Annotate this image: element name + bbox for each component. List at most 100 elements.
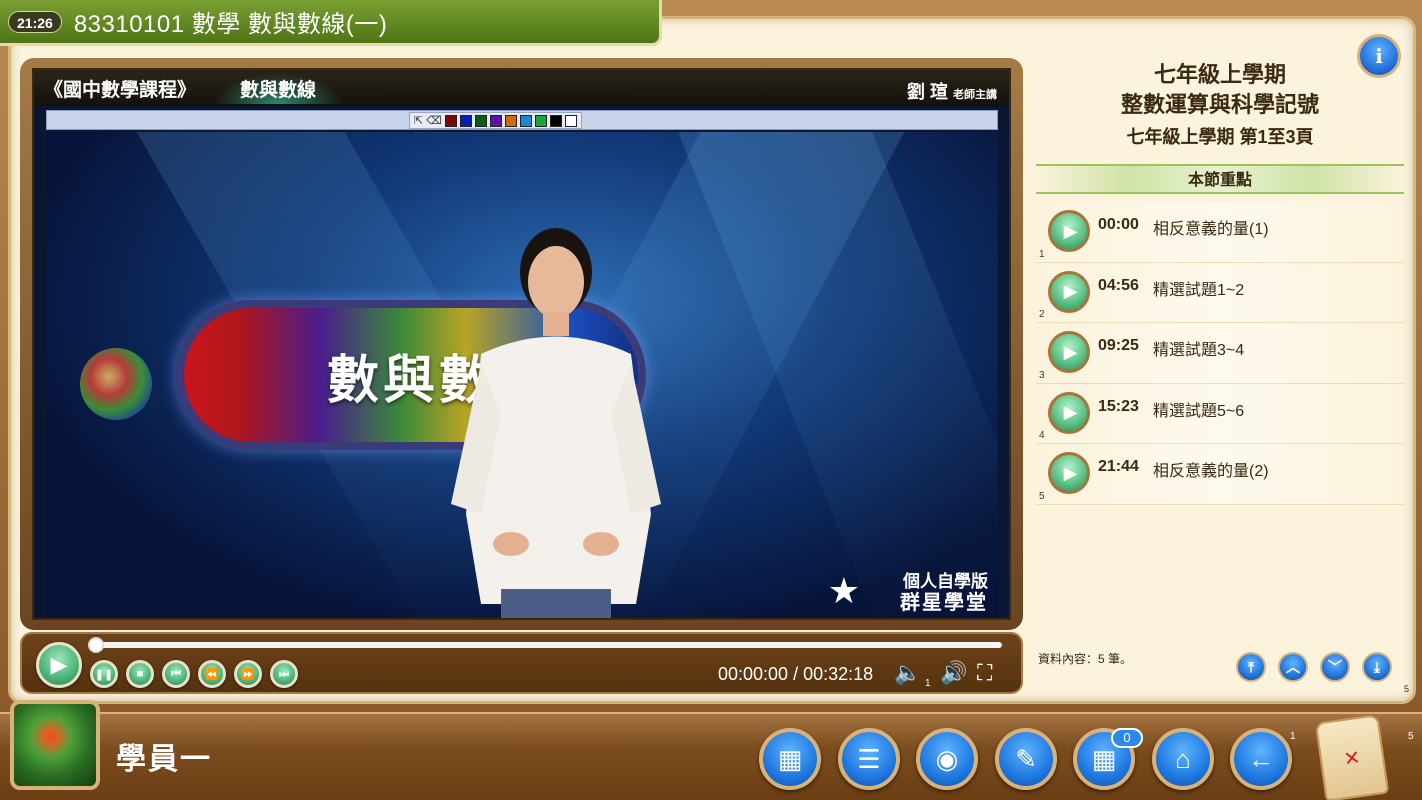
camera-icon: ◉ bbox=[935, 743, 959, 774]
chapter-play-button[interactable]: ▶ bbox=[1048, 331, 1090, 373]
chapter-index: 1 bbox=[1039, 248, 1045, 260]
section-header: 本節重點 bbox=[1036, 164, 1404, 194]
camera-button[interactable]: ◉ bbox=[916, 728, 978, 790]
chapter-title: 相反意義的量(2) bbox=[1153, 463, 1269, 480]
last-page-button[interactable]: ⤓ bbox=[1362, 652, 1392, 682]
first-page-button[interactable]: ⤒ bbox=[1236, 652, 1266, 682]
back-arrow-icon: ← bbox=[1248, 743, 1274, 774]
pen-color-swatch[interactable] bbox=[489, 114, 502, 127]
avatar[interactable] bbox=[10, 700, 100, 790]
panel-title-unit: 整數運算與科學記號 bbox=[1120, 92, 1319, 117]
fullscreen-icon[interactable]: ⛶ bbox=[977, 661, 992, 685]
next-page-button[interactable]: ﹀ bbox=[1320, 652, 1350, 682]
chapter-item[interactable]: ▶ 00:00 相反意義的量(1) 1 bbox=[1036, 202, 1404, 263]
chapter-item[interactable]: ▶ 04:56 精選試題1~2 2 bbox=[1036, 262, 1404, 323]
presenter-figure bbox=[451, 228, 661, 618]
tiny-number-left: 1 bbox=[1290, 731, 1296, 742]
progress-bar[interactable] bbox=[88, 637, 1002, 653]
progress-thumb[interactable] bbox=[88, 637, 104, 653]
rewind-button[interactable]: ⏪ bbox=[198, 660, 226, 688]
rewind-icon: ⏪ bbox=[205, 668, 219, 681]
prev-page-button[interactable]: ︿ bbox=[1278, 652, 1308, 682]
brand-badge: 個人自學版 群星學堂 bbox=[900, 573, 988, 614]
chevron-up-icon: ︿ bbox=[1286, 659, 1300, 675]
bottom-bar: 學員一 ▦ ☰ ◉ ✎ ▦ 0 ⌂ ← 1 ✕ 5 bbox=[0, 700, 1422, 800]
chapter-time: 15:23 bbox=[1098, 397, 1139, 415]
skip-start-icon: ⏮ bbox=[171, 667, 181, 680]
pen-color-swatch[interactable] bbox=[504, 114, 517, 127]
home-button[interactable]: ⌂ bbox=[1152, 728, 1214, 790]
pen-toolbar: ⇱ ⌫ bbox=[46, 110, 998, 130]
arrow-down-to-bottom-icon: ⤓ bbox=[1373, 658, 1381, 675]
chapter-item[interactable]: ▶ 15:23 精選試題5~6 4 bbox=[1036, 383, 1404, 444]
skip-end-icon: ⏭ bbox=[279, 667, 289, 680]
chapter-play-button[interactable]: ▶ bbox=[1048, 452, 1090, 494]
pen-color-swatch[interactable] bbox=[564, 114, 577, 127]
chapter-item[interactable]: ▶ 09:25 精選試題3~4 3 bbox=[1036, 323, 1404, 384]
time-display: 00:00:00 / 00:32:18 bbox=[718, 664, 874, 684]
volume-up-icon[interactable]: 🔊 bbox=[940, 661, 967, 685]
pen-color-swatch[interactable] bbox=[519, 114, 532, 127]
pause-button[interactable]: ❚❚ bbox=[90, 660, 118, 688]
home-icon: ⌂ bbox=[1175, 743, 1191, 774]
teacher-name: 劉 瑄 bbox=[906, 82, 948, 102]
chapter-index: 2 bbox=[1039, 309, 1045, 320]
playlist-grid-icon: ▦ bbox=[777, 743, 803, 774]
skip-end-button[interactable]: ⏭ bbox=[270, 660, 298, 688]
title-bar: 21:26 83310101 數學 數與數線(一) bbox=[0, 0, 662, 46]
playlist-button[interactable]: ☰ bbox=[838, 728, 900, 790]
chapter-time: 04:56 bbox=[1098, 276, 1139, 294]
chapter-title: 精選試題5~6 bbox=[1153, 402, 1245, 420]
chapter-list: ▶ 00:00 相反意義的量(1) 1 ▶ 04:56 精選試題1~2 2 ▶ 09:25 精選試題… bbox=[1036, 202, 1404, 505]
play-icon: ▶ bbox=[50, 652, 68, 677]
pause-icon: ❚❚ bbox=[94, 668, 114, 681]
playlist-grid-button[interactable]: ▦ bbox=[759, 728, 821, 790]
pen-palette: ⇱ ⌫ bbox=[409, 112, 582, 129]
page-indicator: 5 bbox=[1404, 684, 1410, 694]
keypad-icon: ▦ bbox=[1091, 743, 1117, 774]
stop-button[interactable]: ■ bbox=[126, 660, 154, 688]
course-name: 《國中數學課程》 bbox=[44, 79, 197, 101]
page-title: 83310101 數學 數與數線(一) bbox=[73, 11, 388, 38]
teacher-credit: 劉 瑄 老師主講 bbox=[907, 78, 997, 104]
chapter-index: 4 bbox=[1039, 430, 1045, 441]
chapter-title: 精選試題3~4 bbox=[1153, 342, 1245, 359]
pencil-button[interactable]: ✎ bbox=[995, 728, 1057, 790]
chapter-play-button[interactable]: ▶ bbox=[1048, 210, 1090, 252]
fast-forward-button[interactable]: ⏩ bbox=[234, 660, 262, 688]
pointer-icon[interactable]: ⇱ bbox=[414, 114, 423, 127]
treasure-map-icon[interactable]: ✕ bbox=[1314, 713, 1390, 800]
chevron-down-icon: ﹀ bbox=[1328, 659, 1342, 675]
play-button[interactable]: ▶ bbox=[36, 642, 82, 688]
panel-title-pages: 七年級上學期 第1至3頁 bbox=[1126, 127, 1314, 147]
pen-color-swatch[interactable] bbox=[444, 114, 457, 127]
chapter-play-button[interactable]: ▶ bbox=[1048, 391, 1090, 434]
chapter-time: 21:44 bbox=[1098, 458, 1139, 475]
video-screen[interactable]: 《國中數學課程》 數與數線 劉 瑄 老師主講 ⇱ ⌫ 數與數 ★ 個人自學版 群… bbox=[32, 68, 1011, 620]
pen-color-swatch[interactable] bbox=[534, 114, 547, 127]
chapter-panel: 七年級上學期 整數運算與科學記號 七年級上學期 第1至3頁 本節重點 ▶ 00:0… bbox=[1036, 58, 1404, 698]
chapter-item[interactable]: ▶ 21:44 相反意義的量(2) 5 bbox=[1036, 444, 1404, 505]
back-button[interactable]: ← bbox=[1230, 728, 1292, 790]
play-icon: ▶ bbox=[1063, 341, 1078, 362]
message-badge: 0 bbox=[1111, 728, 1143, 748]
pen-color-swatch[interactable] bbox=[549, 114, 562, 127]
pen-color-swatch[interactable] bbox=[474, 114, 487, 127]
fast-forward-icon: ⏩ bbox=[241, 668, 255, 681]
pen-color-swatch[interactable] bbox=[459, 114, 472, 127]
playlist-icon: ☰ bbox=[857, 743, 881, 774]
chapter-play-button[interactable]: ▶ bbox=[1048, 270, 1090, 313]
skip-start-button[interactable]: ⏮ bbox=[162, 660, 190, 688]
eraser-icon[interactable]: ⌫ bbox=[426, 114, 442, 127]
chapter-title: 相反意義的量(1) bbox=[1153, 221, 1269, 238]
player-controls: ▶ ❚❚ ■ ⏮ ⏪ ⏩ ⏭ 00:00:00 / 00:32:18 🔈 1 🔊… bbox=[20, 632, 1023, 694]
play-icon: ▶ bbox=[1063, 281, 1078, 301]
volume-down-icon[interactable]: 🔈 bbox=[894, 661, 921, 685]
video-header: 《國中數學課程》 數與數線 劉 瑄 老師主講 bbox=[34, 70, 1009, 106]
brand-line-2: 群星學堂 bbox=[900, 592, 988, 614]
play-icon: ▶ bbox=[1063, 402, 1078, 422]
lesson-name: 數與數線 bbox=[212, 72, 345, 104]
play-icon: ▶ bbox=[1063, 220, 1078, 241]
chapter-time: 00:00 bbox=[1098, 216, 1139, 233]
volume-level: 1 bbox=[925, 678, 931, 689]
